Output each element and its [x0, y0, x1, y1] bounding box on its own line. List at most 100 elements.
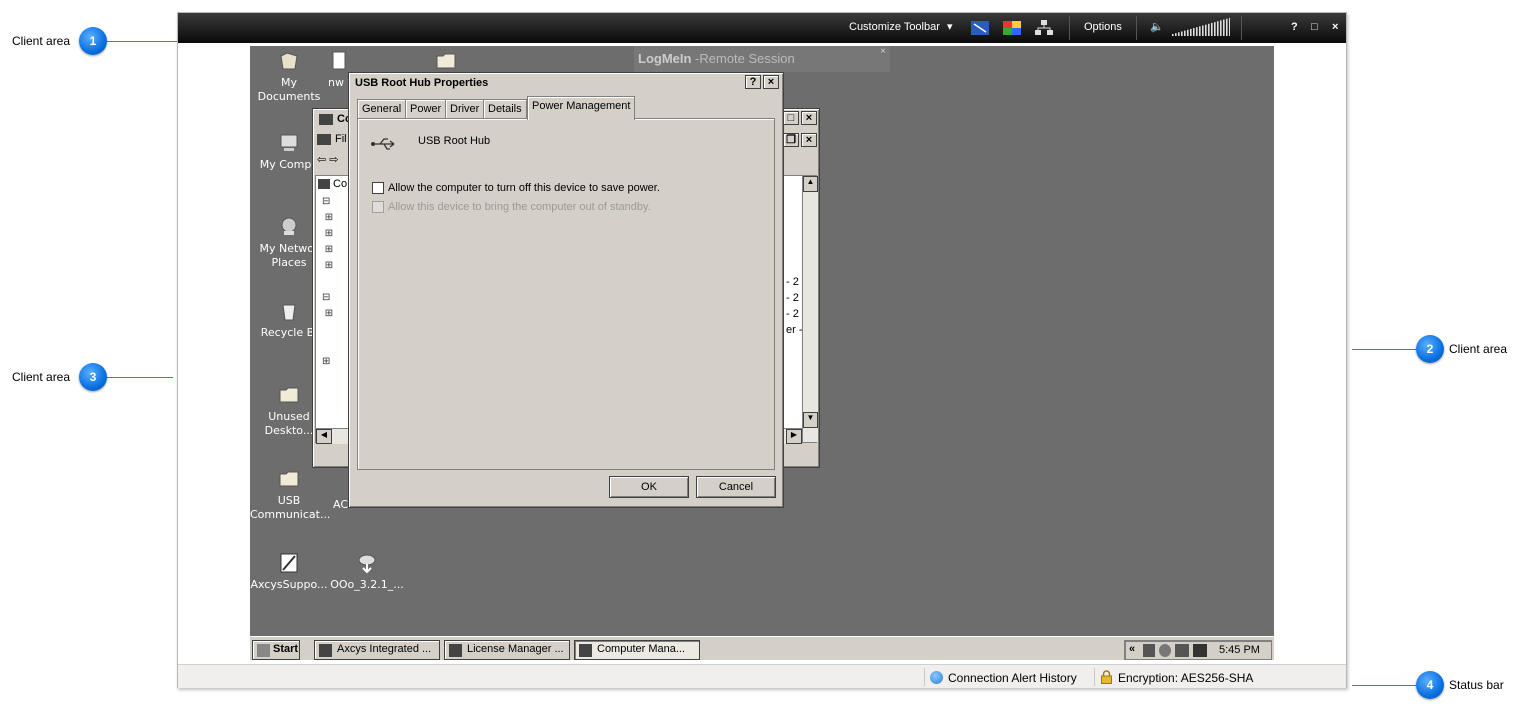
- callout-label-2: Client area: [1449, 342, 1508, 356]
- tray-expand-button[interactable]: «: [1129, 643, 1135, 655]
- volume-bar: [1172, 34, 1174, 36]
- desktop-icon-my-documents[interactable]: My Documents: [250, 50, 328, 104]
- volume-bar: [1208, 23, 1210, 36]
- restore-button[interactable]: ❐: [783, 133, 799, 147]
- close-button[interactable]: ×: [801, 133, 817, 147]
- tab-power-management[interactable]: Power Management: [527, 96, 636, 120]
- volume-bar: [1187, 29, 1189, 36]
- start-label: Start: [273, 643, 299, 655]
- computer-icon: [280, 134, 298, 151]
- chevron-down-icon[interactable]: ▾: [947, 20, 953, 33]
- network-icon[interactable]: [1035, 20, 1053, 36]
- tab-general[interactable]: General: [357, 99, 407, 119]
- tree-root-label: Co: [333, 178, 348, 190]
- usb-root-hub-properties-dialog[interactable]: USB Root Hub Properties ? × General Powe…: [348, 72, 784, 508]
- tree-right-item: - 2: [786, 276, 799, 288]
- app-icon: [449, 644, 462, 657]
- maximize-button[interactable]: □: [783, 111, 799, 125]
- network-places-icon: [281, 217, 297, 235]
- task-label: License Manager ...: [467, 643, 564, 655]
- tree-root[interactable]: Co: [318, 178, 347, 190]
- scroll-down-icon[interactable]: ▼: [803, 412, 818, 428]
- device-name: USB Root Hub: [418, 135, 491, 147]
- logmein-session-banner: LogMeIn -Remote Session ×: [634, 46, 890, 72]
- volume-bar: [1229, 17, 1231, 36]
- task-button-axcys[interactable]: Axcys Integrated ...: [314, 640, 440, 660]
- back-forward-arrows[interactable]: ⇦ ⇨: [317, 153, 339, 166]
- screen-icon[interactable]: [971, 21, 989, 35]
- scroll-right-icon[interactable]: ▶: [786, 429, 802, 444]
- tab-power[interactable]: Power: [405, 99, 447, 119]
- callout-marker-3: 3: [79, 363, 107, 391]
- status-bar: Connection Alert History Encryption: AES…: [178, 664, 1346, 688]
- connection-alert-history-link[interactable]: Connection Alert History: [948, 671, 1077, 685]
- close-button[interactable]: ×: [763, 75, 779, 89]
- encryption-status[interactable]: Encryption: AES256-SHA: [1118, 671, 1253, 685]
- tab-details[interactable]: Details: [483, 99, 527, 119]
- callout-label-4: Status bar: [1449, 678, 1504, 692]
- windows-logo-icon: [257, 644, 270, 657]
- computer-icon: [579, 644, 592, 657]
- lock-icon: [1101, 670, 1112, 684]
- callout-label-3: Client area: [12, 370, 71, 384]
- cancel-button[interactable]: Cancel: [696, 476, 776, 498]
- tree-right-column: - 2 - 2 - 2 er -: [786, 274, 803, 338]
- allow-turn-off-checkbox[interactable]: [372, 182, 384, 194]
- desktop-icon-ooo-installer[interactable]: OOo_3.2.1_...: [328, 552, 406, 592]
- menu-file[interactable]: Fil: [335, 133, 347, 145]
- start-button[interactable]: Start: [252, 640, 300, 660]
- status-separator: [924, 668, 925, 686]
- desktop-icon-usb-communicator[interactable]: USB Communicat...: [250, 468, 330, 522]
- volume-bar: [1184, 30, 1186, 36]
- task-label: Axcys Integrated ...: [337, 643, 432, 655]
- options-button[interactable]: Options: [1084, 21, 1122, 33]
- ok-button[interactable]: OK: [609, 476, 689, 498]
- customize-toolbar-button[interactable]: Customize Toolbar: [849, 21, 940, 33]
- allow-wake-label: Allow this device to bring the computer …: [388, 201, 651, 213]
- volume-bar: [1190, 28, 1192, 36]
- speaker-icon[interactable]: 🔈: [1150, 20, 1164, 33]
- app-icon: [319, 644, 332, 657]
- tray-shield-icon[interactable]: [1193, 644, 1207, 657]
- help-button[interactable]: ?: [1291, 21, 1298, 33]
- dialog-titlebar: USB Root Hub Properties: [351, 75, 781, 93]
- scroll-left-icon[interactable]: ◀: [316, 429, 332, 444]
- desktop-icon-label: AxcysSuppo...: [250, 578, 328, 591]
- close-button[interactable]: ×: [1332, 21, 1338, 33]
- color-quality-icon[interactable]: [1003, 21, 1021, 35]
- task-button-computer-management[interactable]: Computer Mana...: [574, 640, 700, 660]
- desktop-icon-ac[interactable]: AC: [333, 498, 348, 511]
- toolbar-separator: [1069, 16, 1070, 40]
- callout-label-1: Client area: [12, 34, 71, 48]
- volume-bar: [1199, 26, 1201, 36]
- vertical-scrollbar[interactable]: ▲ ▼: [802, 176, 818, 442]
- volume-bar: [1226, 18, 1228, 36]
- tray-app-icon[interactable]: [1143, 644, 1155, 657]
- dialog-title: USB Root Hub Properties: [355, 77, 489, 89]
- close-icon[interactable]: ×: [880, 46, 886, 57]
- document-icon: [332, 51, 346, 70]
- volume-bar: [1211, 22, 1213, 36]
- volume-bar: [1196, 27, 1198, 36]
- tray-monitor-icon[interactable]: [1175, 644, 1189, 657]
- callout-marker-4: 4: [1416, 671, 1444, 699]
- volume-slider[interactable]: [1170, 17, 1231, 37]
- desktop-icon-nw[interactable]: nw: [328, 50, 348, 90]
- close-button[interactable]: ×: [801, 111, 817, 125]
- task-label: Computer Mana...: [597, 643, 686, 655]
- desktop-icon-label: Unused Deskto...: [264, 410, 314, 437]
- tab-driver[interactable]: Driver: [445, 99, 485, 119]
- remote-desktop-area[interactable]: My Documents nw My Compu My Networ Place…: [250, 46, 1274, 660]
- volume-bar: [1175, 33, 1177, 36]
- info-icon: [930, 671, 943, 684]
- tree-right-item: - 2: [786, 292, 799, 304]
- scroll-up-icon[interactable]: ▲: [803, 176, 818, 192]
- volume-bar: [1181, 31, 1183, 36]
- maximize-button[interactable]: □: [1311, 21, 1318, 33]
- allow-wake-checkbox[interactable]: [372, 201, 384, 213]
- computer-icon: [319, 113, 333, 125]
- desktop-icon-axcys-support[interactable]: AxcysSuppo...: [250, 552, 328, 592]
- task-button-license-manager[interactable]: License Manager ...: [444, 640, 570, 660]
- help-button[interactable]: ?: [745, 75, 761, 89]
- tray-network-icon[interactable]: [1159, 644, 1171, 657]
